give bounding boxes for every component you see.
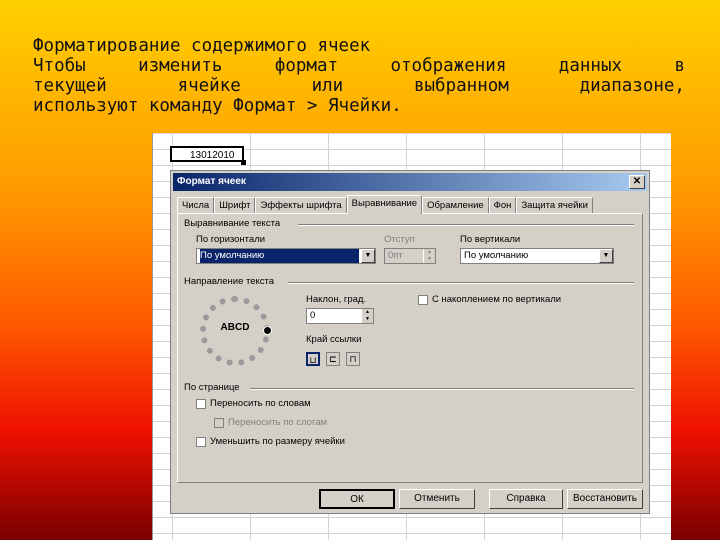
shrink-checkbox[interactable]: Уменьшить по размеру ячейки: [196, 436, 345, 447]
word: диапазоне,: [579, 76, 685, 96]
checkbox-box[interactable]: [196, 436, 206, 447]
tab-bar: Числа Шрифт Эффекты шрифта Выравнивание …: [177, 195, 593, 214]
stacked-checkbox[interactable]: С накоплением по вертикали: [418, 294, 561, 305]
slide-line-3: используют команду Формат > Ячейки.: [33, 96, 402, 116]
word: данных: [558, 56, 623, 76]
horizontal-label: По горизонтали: [196, 234, 266, 245]
checkbox-box[interactable]: [418, 294, 428, 305]
slide-text: Форматирование содержимого ячеек Чтобы и…: [33, 36, 685, 116]
angle-value: 0: [310, 310, 316, 321]
text-alignment-heading: Выравнивание текста: [184, 218, 281, 229]
checkbox-box[interactable]: [214, 417, 224, 428]
word: в: [674, 56, 685, 76]
alignment-panel: Выравнивание текста По горизонтали По ум…: [177, 213, 643, 483]
slide-line-1: Чтобы изменить формат отображения данных…: [33, 56, 685, 76]
slide-title: Форматирование содержимого ячеек: [33, 36, 371, 56]
spinner-arrows-icon[interactable]: ▲ ▼: [361, 309, 373, 323]
tab-background[interactable]: Фон: [488, 197, 517, 214]
format-cells-dialog: Формат ячеек ✕ Числа Шрифт Эффекты шрифт…: [170, 170, 650, 514]
word: изменить: [138, 56, 223, 76]
fill-handle[interactable]: [241, 160, 246, 165]
cancel-button[interactable]: Отменить: [399, 489, 475, 509]
edge-inside-icon[interactable]: ⊓: [346, 352, 360, 366]
edge-bottom-icon[interactable]: ⊔: [306, 352, 320, 366]
word: текущей: [33, 76, 107, 96]
word: или: [311, 76, 344, 96]
word: формат: [274, 56, 339, 76]
horizontal-value: По умолчанию: [200, 249, 359, 263]
stacked-label: С накоплением по вертикали: [432, 294, 562, 305]
ok-button[interactable]: ОК: [319, 489, 395, 509]
indent-label: Отступ: [384, 234, 415, 245]
reference-edge-label: Край ссылки: [306, 334, 362, 345]
word: ячейке: [177, 76, 241, 96]
dial-text: ABCD: [220, 322, 250, 333]
dialog-title: Формат ячеек: [177, 176, 246, 187]
word: Чтобы: [33, 56, 86, 76]
chevron-down-icon[interactable]: ▼: [599, 249, 613, 263]
hyphenate-label: Переносить по слогам: [228, 417, 328, 428]
separator: [288, 282, 634, 284]
vertical-value: По умолчанию: [464, 250, 529, 261]
reset-button[interactable]: Восстановить: [567, 489, 643, 509]
indent-spinner[interactable]: 0пт ▲ ▼: [384, 248, 436, 264]
word: отображения: [390, 56, 507, 76]
chevron-down-icon[interactable]: ▼: [361, 249, 375, 263]
tab-borders[interactable]: Обрамление: [422, 197, 489, 214]
active-cell[interactable]: 13012010: [170, 146, 244, 162]
checkbox-box[interactable]: [196, 398, 206, 409]
angle-spinner[interactable]: 0 ▲ ▼: [306, 308, 374, 324]
text-direction-heading: Направление текста: [184, 276, 275, 287]
vertical-label: По вертикали: [460, 234, 521, 245]
indent-value: 0пт: [388, 250, 403, 261]
close-icon[interactable]: ✕: [629, 175, 645, 189]
tab-cell-protection[interactable]: Защита ячейки: [516, 197, 593, 214]
tab-font-effects[interactable]: Эффекты шрифта: [255, 197, 347, 214]
separator: [250, 388, 634, 390]
rotation-dial[interactable]: ABCD: [200, 296, 272, 366]
wrap-checkbox[interactable]: Переносить по словам: [196, 398, 311, 409]
shrink-label: Уменьшить по размеру ячейки: [210, 436, 345, 447]
vertical-select[interactable]: По умолчанию ▼: [460, 248, 614, 264]
angle-label: Наклон, град.: [306, 294, 367, 305]
properties-heading: По странице: [184, 382, 240, 393]
edge-top-icon[interactable]: ⊏: [326, 352, 340, 366]
tab-numbers[interactable]: Числа: [177, 197, 215, 214]
tab-font[interactable]: Шрифт: [214, 197, 256, 214]
hyphenate-checkbox[interactable]: Переносить по слогам: [214, 417, 327, 428]
dialog-titlebar[interactable]: Формат ячеек ✕: [173, 173, 647, 191]
dial-handle[interactable]: [263, 326, 272, 335]
wrap-label: Переносить по словам: [210, 398, 311, 409]
word: выбранном: [413, 76, 509, 96]
horizontal-select[interactable]: По умолчанию ▼: [196, 248, 376, 264]
slide-line-2: текущей ячейке или выбранном диапазоне,: [33, 76, 685, 96]
spinner-arrows-icon[interactable]: ▲ ▼: [423, 249, 435, 263]
help-button[interactable]: Справка: [489, 489, 563, 509]
separator: [298, 224, 634, 226]
tab-alignment[interactable]: Выравнивание: [346, 195, 423, 214]
